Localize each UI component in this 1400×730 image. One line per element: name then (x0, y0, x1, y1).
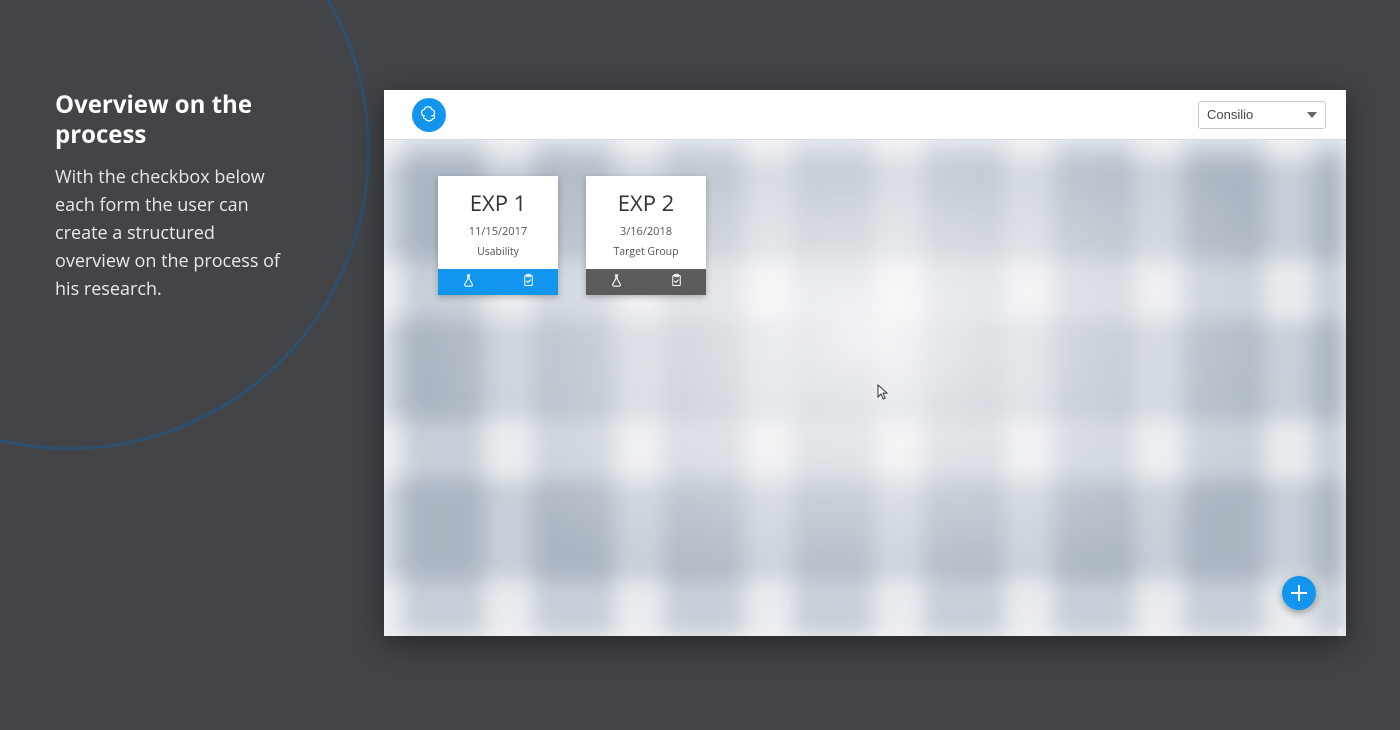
experiment-date: 11/15/2017 (444, 224, 552, 239)
experiment-footer (586, 269, 706, 295)
clipboard-icon[interactable] (669, 271, 684, 293)
app-window: Consilio EXP 1 11/15/2017 Usability (384, 90, 1346, 636)
app-header: Consilio (384, 90, 1346, 140)
experiment-card-body: EXP 1 11/15/2017 Usability (438, 176, 558, 269)
experiment-title: EXP 1 (444, 188, 552, 218)
project-select[interactable]: Consilio (1198, 101, 1326, 129)
experiment-card-list: EXP 1 11/15/2017 Usability EXP 2 3/16/2 (438, 176, 706, 295)
experiment-card-body: EXP 2 3/16/2018 Target Group (586, 176, 706, 269)
experiment-card[interactable]: EXP 2 3/16/2018 Target Group (586, 176, 706, 295)
brand-icon[interactable] (412, 98, 446, 132)
experiment-tag: Target Group (592, 245, 700, 259)
experiment-card[interactable]: EXP 1 11/15/2017 Usability (438, 176, 558, 295)
app-body: EXP 1 11/15/2017 Usability EXP 2 3/16/2 (384, 140, 1346, 636)
add-experiment-button[interactable] (1282, 576, 1316, 610)
scrollbar-corner (1338, 628, 1346, 636)
experiment-title: EXP 2 (592, 188, 700, 218)
overlay-caption: Overview on the process With the checkbo… (55, 90, 290, 303)
experiment-tag: Usability (444, 245, 552, 259)
experiment-footer (438, 269, 558, 295)
flask-icon[interactable] (609, 271, 624, 293)
experiment-date: 3/16/2018 (592, 224, 700, 239)
clipboard-icon[interactable] (521, 271, 536, 293)
overlay-body: With the checkbox below each form the us… (55, 164, 290, 303)
overlay-title: Overview on the process (55, 90, 290, 150)
flask-icon[interactable] (461, 271, 476, 293)
